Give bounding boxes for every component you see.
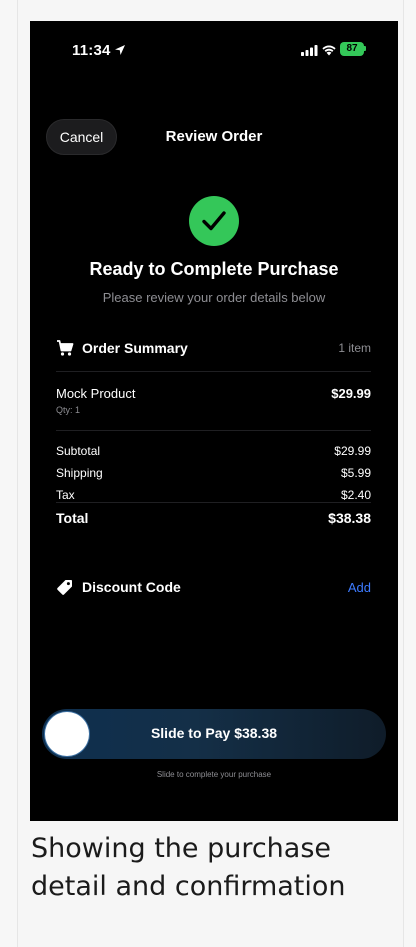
divider bbox=[56, 502, 371, 503]
add-discount-button[interactable]: Add bbox=[348, 580, 371, 595]
total-value: $38.38 bbox=[328, 510, 371, 526]
price-breakdown: Subtotal $29.99 Shipping $5.99 Tax $2.40… bbox=[56, 431, 371, 539]
order-summary-title: Order Summary bbox=[82, 340, 188, 356]
page-title: Review Order bbox=[165, 128, 263, 145]
slide-hint-text: Slide to complete your purchase bbox=[156, 770, 272, 779]
product-name: Mock Product bbox=[56, 386, 136, 401]
tag-icon bbox=[57, 580, 72, 595]
confirmation-subhead: Please review your order details below bbox=[102, 290, 326, 305]
cart-icon bbox=[57, 340, 74, 356]
total-label: Total bbox=[56, 510, 89, 526]
order-summary-section: Order Summary 1 item Mock Product Qty: 1… bbox=[56, 335, 371, 539]
caption-text: Showing the purchase detail and confirma… bbox=[31, 833, 346, 902]
subtotal-label: Subtotal bbox=[56, 444, 101, 458]
discount-code-title: Discount Code bbox=[82, 579, 181, 595]
order-summary-header: Order Summary 1 item bbox=[56, 335, 371, 371]
phone-screen: 11:34 87 Cancel Review Order Ready to Co… bbox=[30, 21, 398, 821]
item-count: 1 item bbox=[338, 341, 371, 355]
battery-cap bbox=[364, 46, 366, 51]
product-quantity: Qty: 1 bbox=[56, 405, 81, 415]
slide-to-pay-label: Slide to Pay $38.38 bbox=[150, 725, 278, 741]
list-item: Mock Product Qty: 1 $29.99 bbox=[56, 372, 371, 430]
slide-to-pay-slider[interactable]: Slide to Pay $38.38 bbox=[42, 709, 386, 759]
checkmark-icon bbox=[189, 196, 239, 246]
shipping-label: Shipping bbox=[56, 466, 103, 480]
cellular-signal-icon bbox=[301, 45, 318, 56]
shipping-value: $5.99 bbox=[340, 466, 371, 480]
wifi-icon bbox=[322, 45, 336, 56]
discount-code-row: Discount Code Add bbox=[56, 577, 371, 601]
location-arrow-icon bbox=[115, 45, 125, 55]
status-time: 11:34 bbox=[72, 42, 111, 59]
product-price: $29.99 bbox=[331, 386, 371, 401]
subtotal-value: $29.99 bbox=[334, 444, 371, 458]
status-bar: 11:34 87 bbox=[30, 21, 398, 81]
tax-value: $2.40 bbox=[340, 488, 371, 502]
tax-label: Tax bbox=[56, 488, 75, 502]
battery-indicator: 87 bbox=[340, 42, 364, 56]
confirmation-headline: Ready to Complete Purchase bbox=[89, 259, 339, 279]
